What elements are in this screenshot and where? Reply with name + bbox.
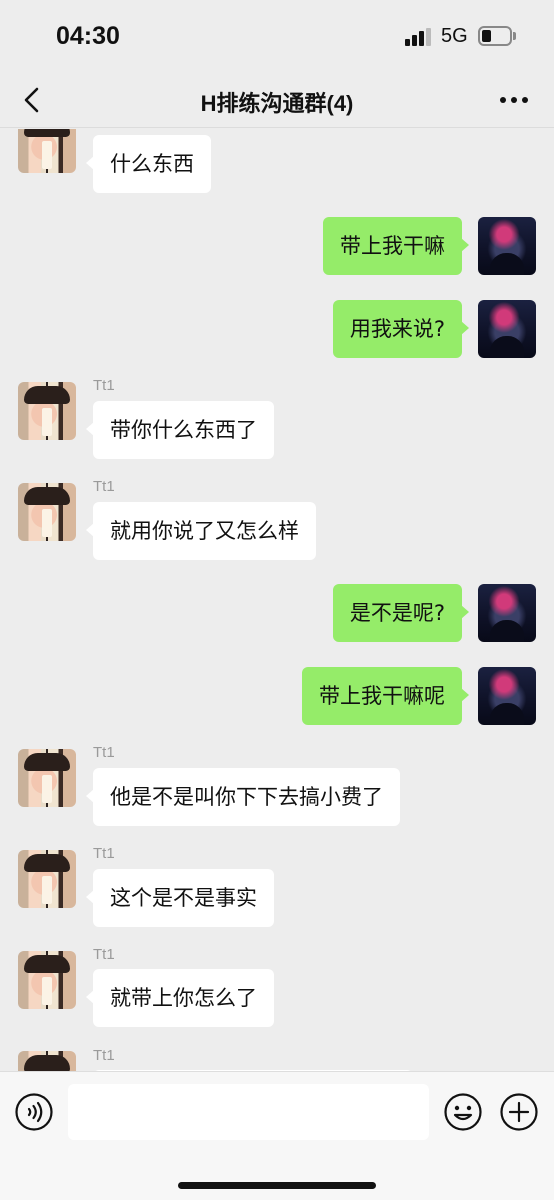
plus-circle-icon[interactable] <box>499 1092 539 1132</box>
message-bubble-outgoing[interactable]: 带上我干嘛呢 <box>302 667 469 725</box>
avatar[interactable] <box>18 129 76 173</box>
sender-name: Tt1 <box>93 1047 115 1064</box>
avatar[interactable] <box>478 217 536 275</box>
message-bubble-incoming[interactable]: 就用你说了又怎么样 <box>86 502 316 560</box>
message-bubble-outgoing[interactable]: 是不是呢? <box>332 584 470 642</box>
avatar[interactable] <box>18 850 76 908</box>
avatar[interactable] <box>18 483 76 541</box>
chat-message-list[interactable]: 什么东西 带上我干嘛 用我来说? Tt1 带你什么东西了 Tt1 就用你说了又怎… <box>0 129 554 1071</box>
message-bubble-incoming[interactable]: 什么东西 <box>86 135 211 193</box>
battery-icon <box>478 26 512 46</box>
message-bubble-outgoing[interactable]: 用我来说? <box>332 300 470 358</box>
battery-level <box>482 30 491 42</box>
sender-name: Tt1 <box>93 744 115 761</box>
avatar[interactable] <box>478 300 536 358</box>
sender-name: Tt1 <box>93 946 115 963</box>
network-type: 5G <box>441 25 468 47</box>
message-bubble-incoming[interactable]: 就带上你怎么了 <box>86 969 274 1027</box>
status-time: 04:30 <box>56 22 120 50</box>
avatar[interactable] <box>18 1051 76 1071</box>
message-bubble-incoming[interactable]: 他是不是叫你下下去搞小费了 <box>86 768 400 826</box>
sender-name: Tt1 <box>93 377 115 394</box>
home-indicator <box>178 1182 376 1189</box>
avatar[interactable] <box>18 951 76 1009</box>
battery-tip <box>513 32 516 40</box>
input-bar <box>0 1071 554 1200</box>
avatar[interactable] <box>478 667 536 725</box>
signal-icon <box>405 28 431 46</box>
page-title: H排练沟通群(4) <box>200 91 354 116</box>
avatar[interactable] <box>478 584 536 642</box>
avatar[interactable] <box>18 749 76 807</box>
message-bubble-outgoing[interactable]: 带上我干嘛 <box>323 217 469 275</box>
avatar[interactable] <box>18 382 76 440</box>
message-input[interactable] <box>68 1084 429 1140</box>
sender-name: Tt1 <box>93 478 115 495</box>
message-bubble-incoming[interactable]: 这个是不是事实 <box>86 869 274 927</box>
voice-icon[interactable] <box>14 1092 54 1132</box>
emoji-icon[interactable] <box>443 1092 483 1132</box>
sender-name: Tt1 <box>93 845 115 862</box>
more-dots-icon[interactable] <box>496 84 532 116</box>
status-bar: 04:30 5G <box>0 0 554 72</box>
message-bubble-incoming[interactable]: 带你什么东西了 <box>86 401 274 459</box>
nav-bar: H排练沟通群(4) <box>0 72 554 128</box>
